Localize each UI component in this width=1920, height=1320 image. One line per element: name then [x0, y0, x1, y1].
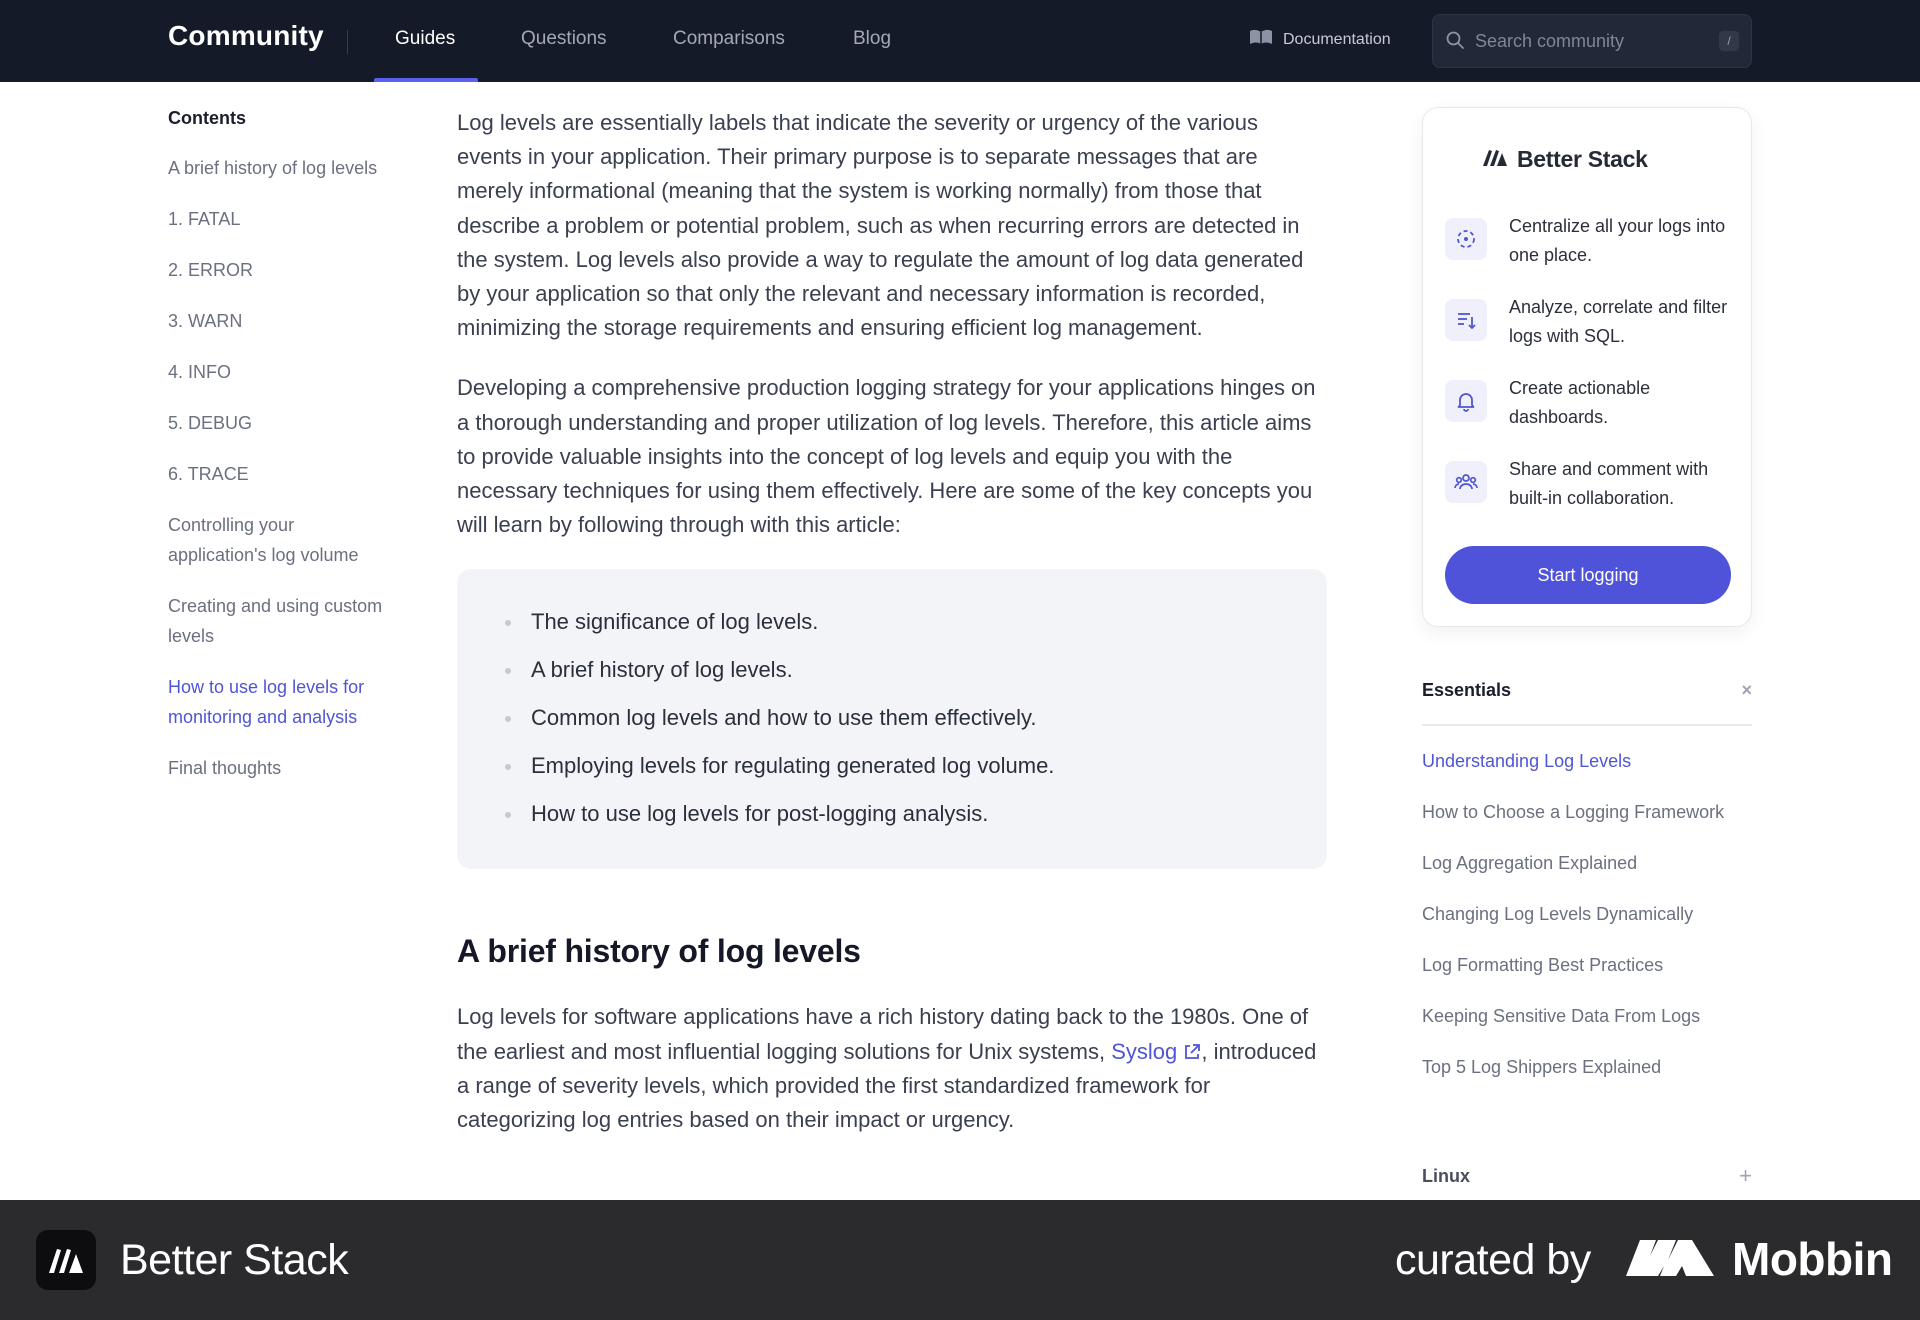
- tab-guides[interactable]: Guides: [395, 28, 455, 50]
- promo-feature: Centralize all your logs into one place.: [1445, 212, 1735, 272]
- toc-item[interactable]: 5. DEBUG: [168, 408, 388, 438]
- linux-heading: Linux: [1422, 1166, 1470, 1186]
- curated-by-label: curated by: [1395, 1236, 1591, 1284]
- toc-item[interactable]: Creating and using custom levels: [168, 591, 388, 651]
- promo-feature-text: Create actionable dashboards.: [1509, 378, 1651, 427]
- bell-icon: [1445, 380, 1487, 422]
- search-shortcut-key: /: [1719, 31, 1739, 51]
- tab-blog[interactable]: Blog: [853, 28, 891, 50]
- list-item: A brief history of log levels.: [497, 655, 1287, 685]
- toc-item[interactable]: 2. ERROR: [168, 255, 388, 285]
- key-concepts-box: The significance of log levels. A brief …: [457, 569, 1327, 870]
- essentials-item[interactable]: How to Choose a Logging Framework: [1422, 797, 1752, 827]
- external-link-icon: [1183, 1039, 1201, 1064]
- plus-icon[interactable]: +: [1739, 1163, 1752, 1189]
- better-stack-logo: Better Stack: [1481, 146, 1648, 173]
- mobbin-name: Mobbin: [1732, 1233, 1893, 1285]
- essentials-header[interactable]: Essentials ×: [1422, 680, 1752, 726]
- active-tab-indicator: [374, 78, 478, 82]
- toc-item[interactable]: Controlling your application's log volum…: [168, 510, 388, 570]
- toc-item[interactable]: 3. WARN: [168, 306, 388, 336]
- better-stack-promo-card: Better Stack Centralize all your logs in…: [1422, 107, 1752, 627]
- toc-item[interactable]: 6. TRACE: [168, 459, 388, 489]
- section-heading: A brief history of log levels: [457, 933, 861, 970]
- essentials-item[interactable]: Top 5 Log Shippers Explained: [1422, 1052, 1752, 1082]
- essentials-item[interactable]: Log Aggregation Explained: [1422, 848, 1752, 878]
- search-input[interactable]: [1475, 27, 1695, 55]
- essentials-list: Understanding Log Levels How to Choose a…: [1422, 746, 1752, 1082]
- search-icon: [1445, 30, 1465, 55]
- linux-section-header[interactable]: Linux +: [1422, 1163, 1752, 1189]
- nav-divider: [347, 30, 348, 54]
- list-item: How to use log levels for post-logging a…: [497, 799, 1287, 829]
- essentials-item[interactable]: Log Formatting Best Practices: [1422, 950, 1752, 980]
- search-box[interactable]: /: [1432, 14, 1752, 68]
- toc-heading: Contents: [168, 108, 246, 128]
- essentials-heading: Essentials: [1422, 680, 1512, 700]
- essentials-section: Essentials × Understanding Log Levels Ho…: [1422, 680, 1752, 1103]
- promo-feature: Create actionable dashboards.: [1445, 374, 1735, 434]
- list-item: The significance of log levels.: [497, 607, 1287, 637]
- syslog-link-label: Syslog: [1111, 1038, 1178, 1064]
- promo-feature: Share and comment with built-in collabor…: [1445, 455, 1735, 515]
- better-stack-logo-icon: [1481, 146, 1509, 173]
- mobbin-logo: Mobbin: [1626, 1232, 1893, 1286]
- promo-feature: Analyze, correlate and filter logs with …: [1445, 293, 1735, 353]
- promo-feature-text: Share and comment with built-in collabor…: [1509, 459, 1709, 508]
- start-logging-button[interactable]: Start logging: [1445, 546, 1731, 604]
- list-item: Common log levels and how to use them ef…: [497, 703, 1287, 733]
- essentials-item[interactable]: Changing Log Levels Dynamically: [1422, 899, 1752, 929]
- promo-feature-text: Centralize all your logs into one place.: [1509, 216, 1726, 265]
- essentials-item[interactable]: Keeping Sensitive Data From Logs: [1422, 1001, 1752, 1031]
- toc-item[interactable]: Final thoughts: [168, 753, 388, 783]
- toc-item[interactable]: 4. INFO: [168, 357, 388, 387]
- close-icon[interactable]: ×: [1741, 680, 1752, 701]
- footer-brand-name: Better Stack: [120, 1236, 349, 1284]
- essentials-item-active[interactable]: Understanding Log Levels: [1422, 746, 1752, 776]
- documentation-link[interactable]: Documentation: [1249, 29, 1391, 50]
- users-icon: [1445, 461, 1487, 503]
- curation-footer: Better Stack curated by Mobbin: [0, 1200, 1920, 1320]
- history-paragraph: Log levels for software applications hav…: [457, 1000, 1327, 1137]
- book-icon: [1249, 29, 1273, 50]
- tab-comparisons[interactable]: Comparisons: [673, 28, 785, 50]
- sql-filter-icon: [1445, 299, 1487, 341]
- centralize-icon: [1445, 218, 1487, 260]
- better-stack-app-icon: [36, 1230, 96, 1290]
- documentation-label: Documentation: [1283, 30, 1391, 48]
- article-body: Log levels are essentially labels that i…: [457, 106, 1327, 1137]
- table-of-contents: Contents A brief history of log levels 1…: [168, 108, 388, 804]
- mobbin-logo-icon: [1626, 1236, 1714, 1283]
- toc-item[interactable]: A brief history of log levels: [168, 153, 388, 183]
- toc-item-active[interactable]: How to use log levels for monitoring and…: [168, 672, 388, 732]
- top-navigation: Community Guides Questions Comparisons B…: [0, 0, 1920, 82]
- toc-item[interactable]: 1. FATAL: [168, 204, 388, 234]
- tab-questions[interactable]: Questions: [521, 28, 607, 50]
- intro-paragraph: Developing a comprehensive production lo…: [457, 375, 1316, 538]
- list-item: Employing levels for regulating generate…: [497, 751, 1287, 781]
- better-stack-logo-text: Better Stack: [1517, 146, 1648, 172]
- syslog-link[interactable]: Syslog: [1111, 1039, 1201, 1064]
- intro-paragraph: Log levels are essentially labels that i…: [457, 110, 1304, 341]
- promo-feature-text: Analyze, correlate and filter logs with …: [1509, 297, 1728, 346]
- community-logo[interactable]: Community: [168, 20, 324, 52]
